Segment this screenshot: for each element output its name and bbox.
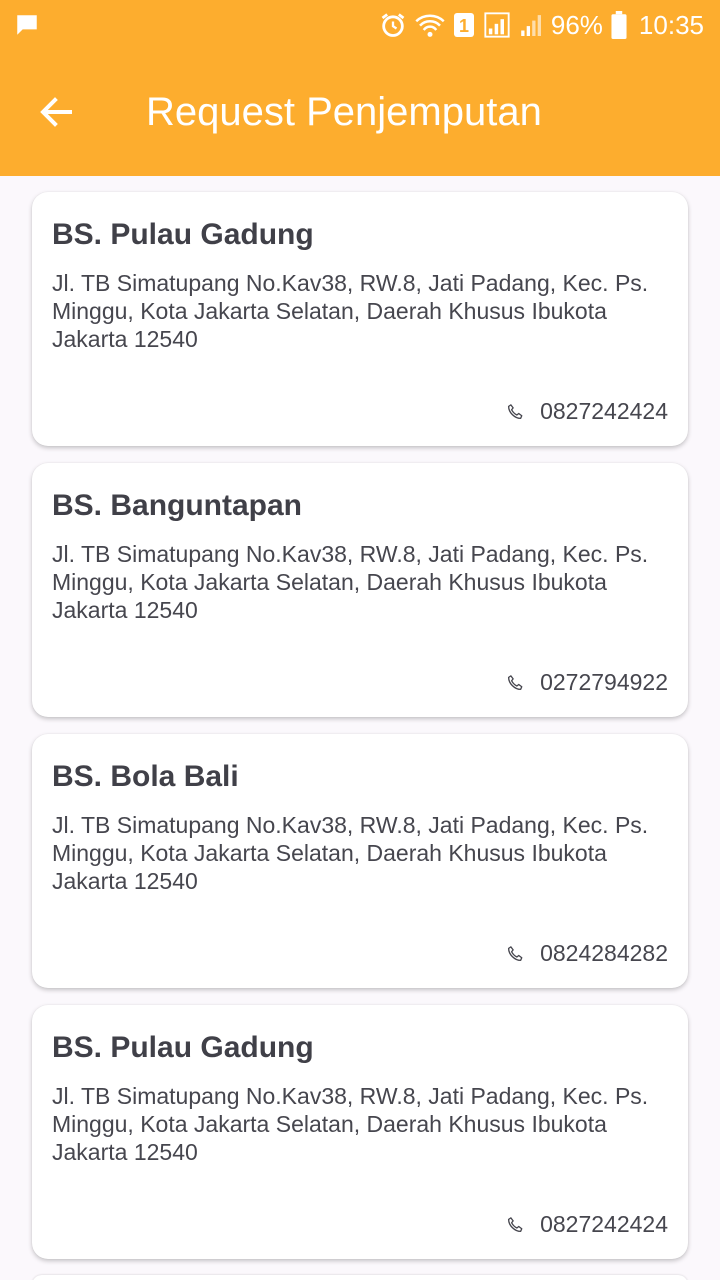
- bank-phone: 0827242424: [506, 1211, 668, 1238]
- status-bar: 1 96% 10:35: [0, 0, 720, 50]
- phone-icon: [508, 945, 523, 961]
- bank-name: BS. Bola Bali: [52, 760, 239, 793]
- bank-name: BS. Banguntapan: [52, 489, 303, 522]
- signal-icon-secondary: [519, 11, 541, 39]
- bank-card[interactable]: BS. Bola Bali Jl. TB Simatupang No.Kav38…: [32, 734, 688, 988]
- bank-address: Jl. TB Simatupang No.Kav38, RW.8, Jati P…: [52, 541, 649, 623]
- bank-phone: 0272794922: [506, 669, 668, 696]
- sim-badge: 1: [453, 12, 475, 38]
- bank-card[interactable]: BS. Pulau Gadung Jl. TB Simatupang No.Ka…: [32, 192, 688, 446]
- phone-icon: [508, 674, 523, 690]
- bank-card[interactable]: BS. Banguntapan Jl. TB Simatupang No.Kav…: [32, 463, 688, 717]
- bank-address: Jl. TB Simatupang No.Kav38, RW.8, Jati P…: [52, 1083, 649, 1165]
- bank-card-partial[interactable]: [32, 1275, 688, 1280]
- bank-phone: 0824284282: [506, 940, 668, 967]
- bank-address: Jl. TB Simatupang No.Kav38, RW.8, Jati P…: [52, 270, 649, 352]
- signal-icon: [483, 11, 511, 39]
- bank-phone: 0827242424: [506, 398, 668, 425]
- bank-card[interactable]: BS. Pulau Gadung Jl. TB Simatupang No.Ka…: [32, 1005, 688, 1259]
- phone-number: 0827242424: [540, 1211, 668, 1237]
- phone-icon: [508, 403, 523, 419]
- phone-number: 0824284282: [540, 940, 668, 966]
- phone-icon: [508, 1216, 523, 1232]
- battery-percent: 96%: [550, 9, 603, 40]
- app-bar: 1 96% 10:35 Request Penjemputan: [0, 0, 720, 176]
- wifi-icon: [415, 12, 445, 38]
- bank-name: BS. Pulau Gadung: [52, 1031, 314, 1064]
- battery-icon: [611, 11, 627, 39]
- phone-number: 0272794922: [540, 669, 668, 695]
- bank-list: BS. Pulau Gadung Jl. TB Simatupang No.Ka…: [32, 192, 688, 1276]
- phone-number: 0827242424: [540, 398, 668, 424]
- alarm-icon: [379, 11, 407, 39]
- arrow-left-icon: [40, 97, 72, 127]
- bank-address: Jl. TB Simatupang No.Kav38, RW.8, Jati P…: [52, 812, 649, 894]
- clock: 10:35: [638, 9, 704, 40]
- back-button[interactable]: [36, 92, 76, 132]
- svg-text:1: 1: [459, 16, 469, 36]
- chat-icon: [14, 12, 40, 43]
- page-title: Request Penjemputan: [146, 90, 542, 134]
- bank-name: BS. Pulau Gadung: [52, 218, 314, 251]
